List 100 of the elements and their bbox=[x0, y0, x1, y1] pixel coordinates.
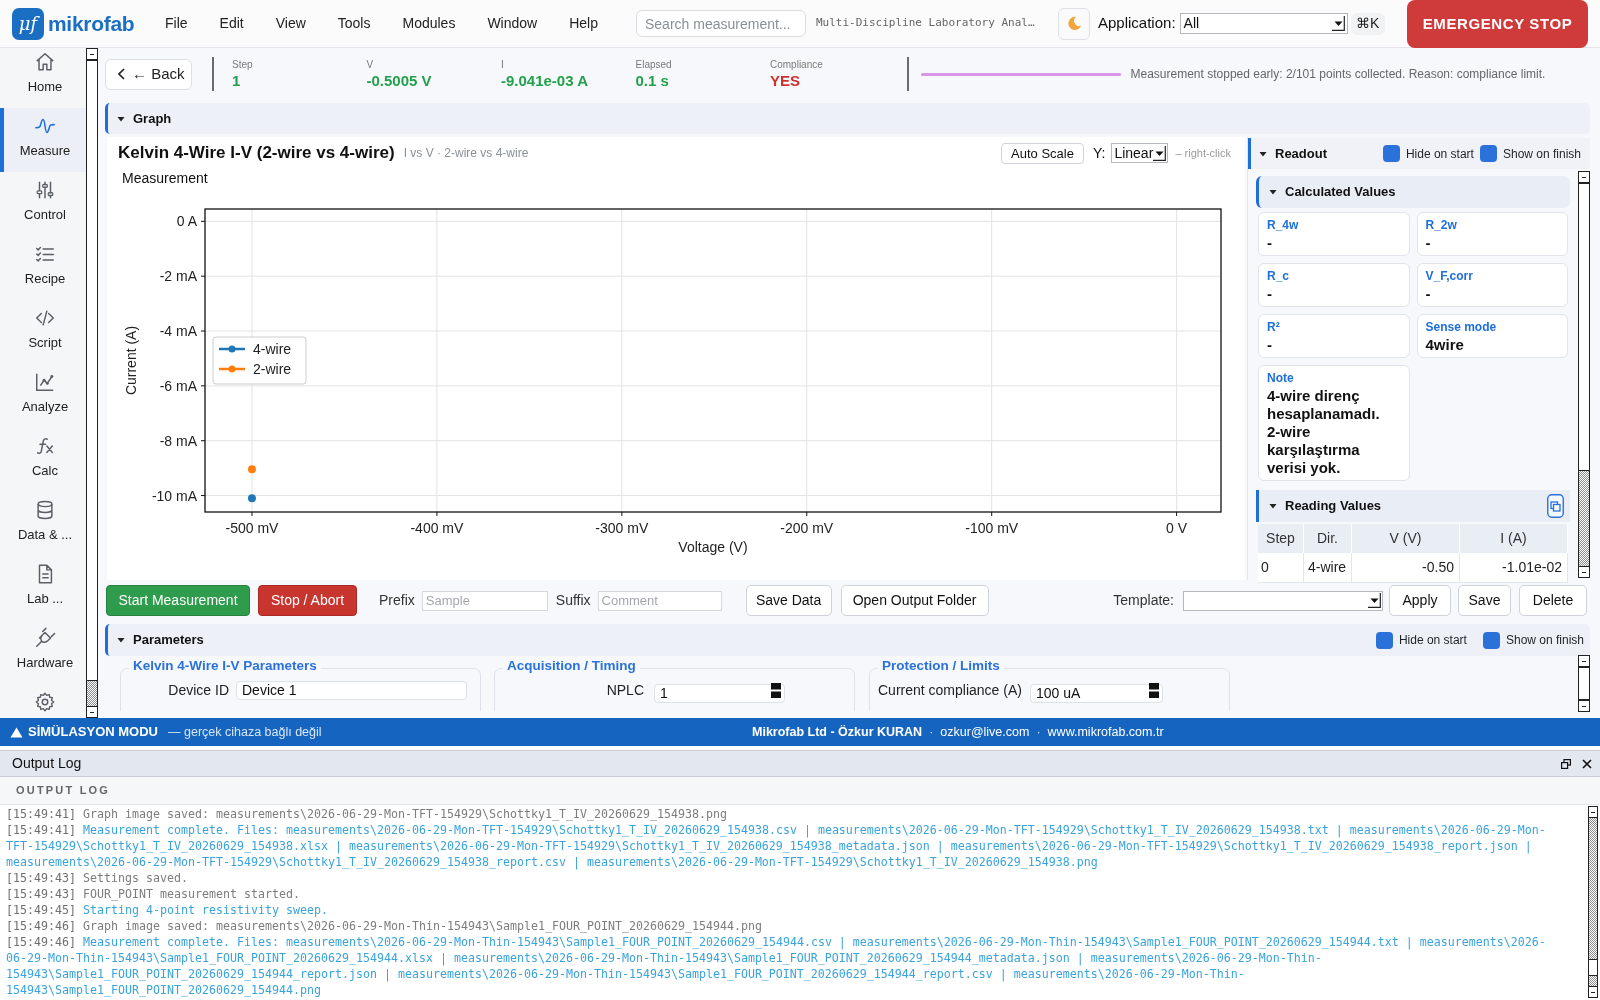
auto-scale-button[interactable]: Auto Scale bbox=[1001, 142, 1084, 164]
tick-label: -500 mV bbox=[225, 520, 279, 536]
card-label: Sense mode bbox=[1425, 319, 1498, 335]
card-value: - bbox=[1425, 234, 1432, 252]
nav-item[interactable]: Home bbox=[0, 48, 86, 108]
action-button[interactable]: Save bbox=[1458, 585, 1511, 616]
caret-down-icon[interactable] bbox=[117, 114, 125, 123]
checkbox-label[interactable]: Show on finish bbox=[1502, 144, 1581, 163]
log-entry: [15:49:41] Graph image saved: measurements\2026-06-29-Mon-TFT-154929\Schottky1_T_IV_20260629_154938.png bbox=[6, 806, 728, 822]
log-title: OUTPUT LOG bbox=[16, 783, 111, 799]
column-header: I (A) bbox=[1460, 524, 1568, 553]
menu-item[interactable]: View bbox=[259, 8, 322, 39]
field-label: Y: bbox=[1092, 143, 1106, 163]
stop-button[interactable]: Stop / Abort bbox=[258, 585, 357, 616]
caret-down-icon[interactable] bbox=[1259, 149, 1267, 158]
nav-item[interactable]: Analyze bbox=[0, 364, 86, 428]
reading-label: I bbox=[501, 58, 504, 71]
emergency-stop-button[interactable]: EMERGENCY STOP bbox=[1407, 0, 1588, 48]
search-field[interactable]: Search measurement... bbox=[636, 10, 806, 37]
dropdown-arrow-icon bbox=[1153, 145, 1167, 161]
field-label: Template: bbox=[1113, 591, 1174, 610]
menu-item[interactable]: Tools bbox=[321, 8, 387, 39]
scrollbar[interactable] bbox=[1578, 655, 1590, 712]
float-window-icon[interactable] bbox=[1561, 758, 1571, 769]
graph-subtitle: I vs V · 2-wire vs 4-wire bbox=[403, 145, 529, 162]
theme-toggle-button[interactable] bbox=[1058, 7, 1090, 40]
checkbox-label[interactable]: Hide on start bbox=[1405, 144, 1474, 163]
logo-mark: μf bbox=[12, 7, 44, 40]
website-text: www.mikrofab.com.tr bbox=[1047, 723, 1164, 741]
checkbox-label[interactable]: Hide on start bbox=[1398, 631, 1467, 649]
mode-note: — gerçek cihaza bağlı değil bbox=[168, 723, 322, 741]
suffix-field[interactable]: Comment bbox=[597, 590, 722, 611]
close-icon[interactable] bbox=[1582, 758, 1592, 769]
table-cell: 0 bbox=[1258, 553, 1304, 583]
spin-field[interactable]: 1 bbox=[654, 683, 785, 703]
nav-item[interactable]: Control bbox=[0, 172, 86, 236]
save-data-button[interactable]: Save Data bbox=[745, 585, 832, 616]
checkbox-label[interactable]: Show on finish bbox=[1505, 631, 1584, 649]
text-field[interactable]: Device 1 bbox=[236, 681, 467, 700]
reading-value: -0.5005 V bbox=[366, 71, 432, 90]
legend-label: 2-wire bbox=[253, 361, 292, 377]
stepper-icon[interactable] bbox=[1149, 683, 1159, 698]
checkbox[interactable] bbox=[1479, 145, 1497, 162]
tick-label: 0 A bbox=[176, 213, 197, 230]
separator-text: · bbox=[1036, 723, 1041, 741]
nav-item[interactable]: Script bbox=[0, 300, 86, 364]
caret-down-icon[interactable] bbox=[117, 636, 125, 644]
scale-dropdown[interactable]: Linear bbox=[1111, 143, 1169, 163]
checkbox[interactable] bbox=[1382, 145, 1400, 162]
open-folder-button[interactable]: Open Output Folder bbox=[840, 585, 989, 616]
field-label: Current compliance (A) bbox=[878, 681, 1021, 700]
log-entry: [15:49:43] FOUR_POINT measurement started. bbox=[6, 886, 301, 902]
card-label: R_c bbox=[1267, 268, 1290, 284]
start-button[interactable]: Start Measurement bbox=[106, 585, 250, 616]
menu-item[interactable]: Help bbox=[553, 8, 614, 39]
nav-item[interactable]: Lab ... bbox=[0, 556, 86, 620]
menu-item[interactable]: File bbox=[149, 8, 204, 39]
card-value: - bbox=[1425, 285, 1432, 303]
shortcut-hint: ⌘K bbox=[1350, 12, 1385, 35]
stepper-icon[interactable] bbox=[771, 683, 781, 698]
dropdown-arrow-icon bbox=[1331, 16, 1345, 31]
table-cell: -0.50 bbox=[1352, 553, 1460, 583]
nav-item[interactable]: Recipe bbox=[0, 236, 86, 300]
database-icon bbox=[34, 499, 56, 521]
mode-label: SİMÜLASYON MODU bbox=[28, 723, 158, 742]
caret-down-icon[interactable] bbox=[1269, 502, 1277, 510]
nav-item[interactable]: Hardware bbox=[0, 620, 86, 684]
section-title: Readout bbox=[1275, 144, 1327, 163]
checkbox[interactable] bbox=[1375, 631, 1393, 649]
chart-title: Measurement bbox=[121, 169, 209, 188]
table-cell: -1.01e-02 bbox=[1460, 553, 1568, 583]
separator-text: · bbox=[929, 723, 934, 741]
card-label: Note bbox=[1267, 370, 1295, 386]
nav-item[interactable]: Calc bbox=[0, 428, 86, 492]
spin-field[interactable]: 100 uA bbox=[1030, 683, 1163, 703]
card-label: V_F,corr bbox=[1425, 268, 1474, 284]
plug-icon bbox=[34, 627, 56, 649]
menu-item[interactable]: Window bbox=[471, 8, 554, 39]
moon-icon bbox=[1066, 16, 1082, 31]
nav-item[interactable]: Measure bbox=[0, 108, 86, 172]
reading-value: YES bbox=[770, 71, 800, 90]
section-title: Reading Values bbox=[1285, 497, 1382, 516]
scrollbar[interactable] bbox=[86, 48, 98, 718]
menu-item[interactable]: Modules bbox=[386, 8, 472, 39]
action-button[interactable]: Apply bbox=[1389, 585, 1451, 616]
card-label: R_4w bbox=[1267, 217, 1300, 233]
back-button[interactable]: ← Back bbox=[105, 58, 192, 90]
copy-icon[interactable] bbox=[1547, 494, 1564, 518]
log-entry: [15:49:45] Starting 4-point resistivity sweep. bbox=[6, 902, 329, 918]
scrollbar[interactable] bbox=[1588, 806, 1598, 998]
checkbox[interactable] bbox=[1482, 631, 1500, 649]
caret-down-icon[interactable] bbox=[1269, 188, 1277, 196]
scrollbar[interactable] bbox=[1578, 171, 1590, 578]
action-button[interactable]: Delete bbox=[1519, 585, 1587, 616]
status-message: Measurement stopped early: 2/101 points collected. Reason: compliance limit. bbox=[1130, 66, 1546, 83]
application-dropdown[interactable]: All bbox=[1179, 13, 1348, 34]
prefix-field[interactable]: Sample bbox=[421, 590, 548, 611]
axis-title: Voltage (V) bbox=[678, 539, 748, 555]
nav-item[interactable]: Data & ... bbox=[0, 492, 86, 556]
menu-item[interactable]: Edit bbox=[203, 8, 260, 39]
